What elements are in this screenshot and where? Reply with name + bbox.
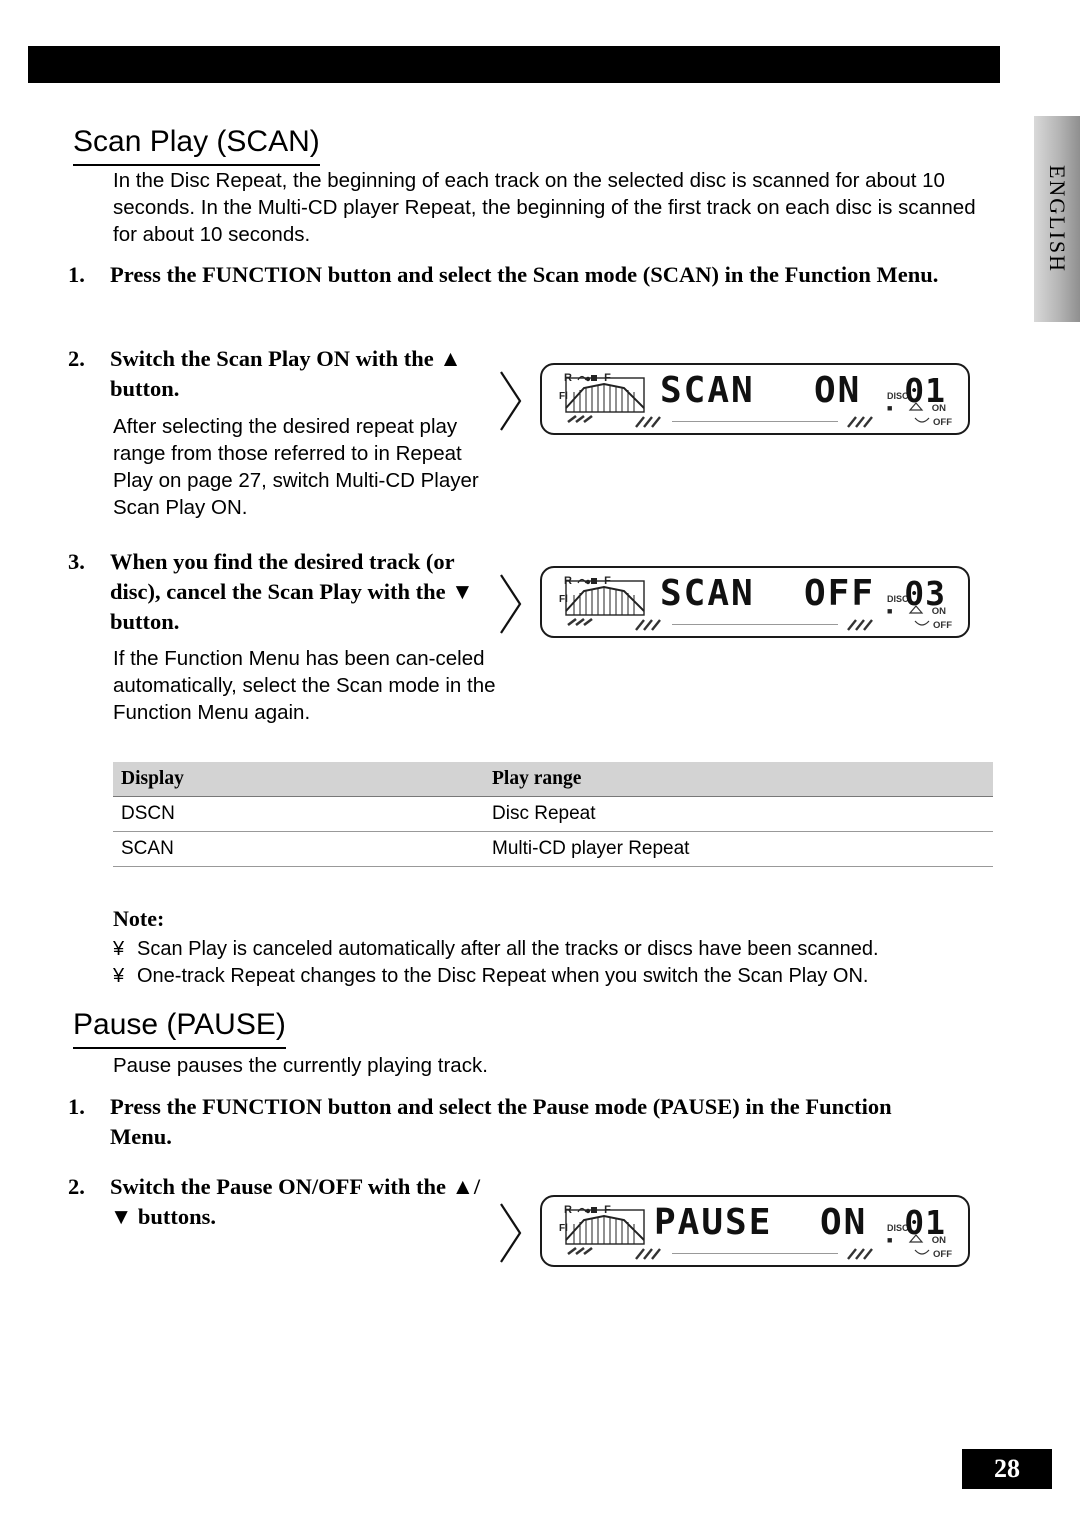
lcd-panel: R F Fl: [540, 1195, 970, 1267]
pause-intro: Pause pauses the currently playing track…: [113, 1054, 488, 1077]
scan-play-step-3-sub: If the Function Menu has been can-celed …: [113, 647, 496, 724]
pause-step-1: 1. Press the FUNCTION button and select …: [68, 1092, 948, 1152]
lcd-divider: [672, 624, 838, 625]
note-line-2: ¥ One-track Repeat changes to the Disc Re…: [113, 963, 868, 989]
lcd-mode-text: ON: [814, 370, 862, 411]
lcd-left-hash-icon: [635, 619, 661, 631]
lcd-disc-sub-icon: ■: [887, 606, 893, 616]
pause-step-2-number: 2.: [68, 1174, 85, 1199]
on-triangle-icon: [908, 402, 924, 411]
note-line-1: ¥ Scan Play is canceled automatically aft…: [113, 936, 879, 962]
lcd-divider: [672, 421, 838, 422]
lcd-on-label: ON: [931, 1235, 946, 1246]
lcd-panel: R F Fl: [540, 566, 970, 638]
header-black-bar: [28, 46, 1000, 83]
lcd-display-scan-off: R F Fl SCAN OFF DISC ■ 03 ON OFF: [498, 566, 970, 642]
lcd-right-hash-icon: [847, 619, 873, 631]
scan-play-step-3-number: 3.: [68, 549, 85, 574]
scan-play-step-2-text: Switch the Scan Play ON with the ▲ butto…: [110, 346, 462, 401]
table-cell-play-range: Multi-CD player Repeat: [484, 831, 993, 867]
lcd-disc-sub-icon: ■: [887, 403, 893, 413]
table-header-display: Display: [113, 762, 484, 797]
off-arc-icon: [914, 417, 930, 423]
off-arc-icon: [914, 1249, 930, 1255]
table-row: DSCN Disc Repeat: [113, 796, 993, 832]
lcd-disc-sub-icon: ■: [887, 1235, 893, 1245]
scan-play-step-1-text: Press the FUNCTION button and select the…: [110, 262, 939, 287]
table-header-row: Display Play range: [113, 762, 993, 797]
lcd-off-label: OFF: [933, 417, 952, 428]
on-triangle-icon: [908, 605, 924, 614]
section-title-pause: Pause (PAUSE): [73, 1008, 286, 1049]
lcd-left-hash-icon: [635, 1248, 661, 1260]
note-heading: Note:: [113, 906, 165, 931]
lcd-off-label: OFF: [933, 620, 952, 631]
table-header-play-range: Play range: [484, 762, 993, 797]
table-cell-display: DSCN: [113, 796, 484, 832]
lcd-divider: [672, 1253, 838, 1254]
note-line-2-text: One-track Repeat changes to the Disc Rep…: [137, 965, 869, 987]
lcd-display-pause-on: R F Fl PAUSE ON DISC ■ 01 ON OFF: [498, 1195, 970, 1271]
pointer-arrow-icon: [500, 574, 522, 634]
language-side-tab-label: ENGLISH: [1045, 164, 1070, 274]
pause-step-1-text: Press the FUNCTION button and select the…: [110, 1094, 892, 1149]
pointer-arrow-icon: [500, 371, 522, 431]
table-cell-play-range: Disc Repeat: [484, 796, 993, 832]
lcd-main-text: PAUSE: [654, 1202, 773, 1243]
on-triangle-icon: [908, 1234, 924, 1243]
lcd-right-hash-icon: [847, 1248, 873, 1260]
lcd-main-text: SCAN: [660, 370, 755, 411]
lcd-mode-text: ON: [820, 1202, 868, 1243]
lcd-main-text: SCAN: [660, 573, 755, 614]
pause-step-2: 2. Switch the Pause ON/OFF with the ▲/▼ …: [68, 1172, 498, 1232]
scan-play-step-2-sub: After selecting the desired repeat play …: [113, 415, 479, 519]
lcd-on-label: ON: [931, 403, 946, 414]
play-range-table: Display Play range DSCN Disc Repeat SCAN…: [113, 762, 993, 867]
off-arc-icon: [914, 620, 930, 626]
section-title-scan-play: Scan Play (SCAN): [73, 125, 320, 166]
lcd-left-hash-icon: [635, 416, 661, 428]
scan-play-step-2: 2. Switch the Scan Play ON with the ▲ bu…: [68, 344, 508, 404]
scan-play-step-1-number: 1.: [68, 262, 85, 287]
lcd-panel: R F Fl: [540, 363, 970, 435]
lcd-off-label: OFF: [933, 1249, 952, 1260]
lcd-right-hash-icon: [847, 416, 873, 428]
table-row: SCAN Multi-CD player Repeat: [113, 831, 993, 867]
scan-play-step-1: 1. Press the FUNCTION button and select …: [68, 260, 948, 290]
note-bullet-icon: ¥: [113, 938, 125, 960]
lcd-mode-text: OFF: [804, 573, 876, 614]
note-bullet-icon: ¥: [113, 965, 125, 987]
pause-step-2-text: Switch the Pause ON/OFF with the ▲/▼ but…: [110, 1174, 481, 1229]
lcd-display-scan-on: R F Fl SCAN ON DISC ■ 01 ON OFF: [498, 363, 970, 439]
scan-play-step-3: 3. When you find the desired track (or d…: [68, 547, 508, 637]
page-number: 28: [962, 1449, 1052, 1489]
pointer-arrow-icon: [500, 1203, 522, 1263]
scan-play-intro: In the Disc Repeat, the beginning of eac…: [113, 169, 976, 246]
pause-step-1-number: 1.: [68, 1094, 85, 1119]
lcd-on-label: ON: [931, 606, 946, 617]
note-line-1-text: Scan Play is canceled automatically afte…: [137, 938, 879, 960]
language-side-tab: ENGLISH: [1034, 116, 1080, 322]
scan-play-step-2-number: 2.: [68, 346, 85, 371]
scan-play-step-3-text: When you find the desired track (or disc…: [110, 549, 474, 634]
table-cell-display: SCAN: [113, 831, 484, 867]
